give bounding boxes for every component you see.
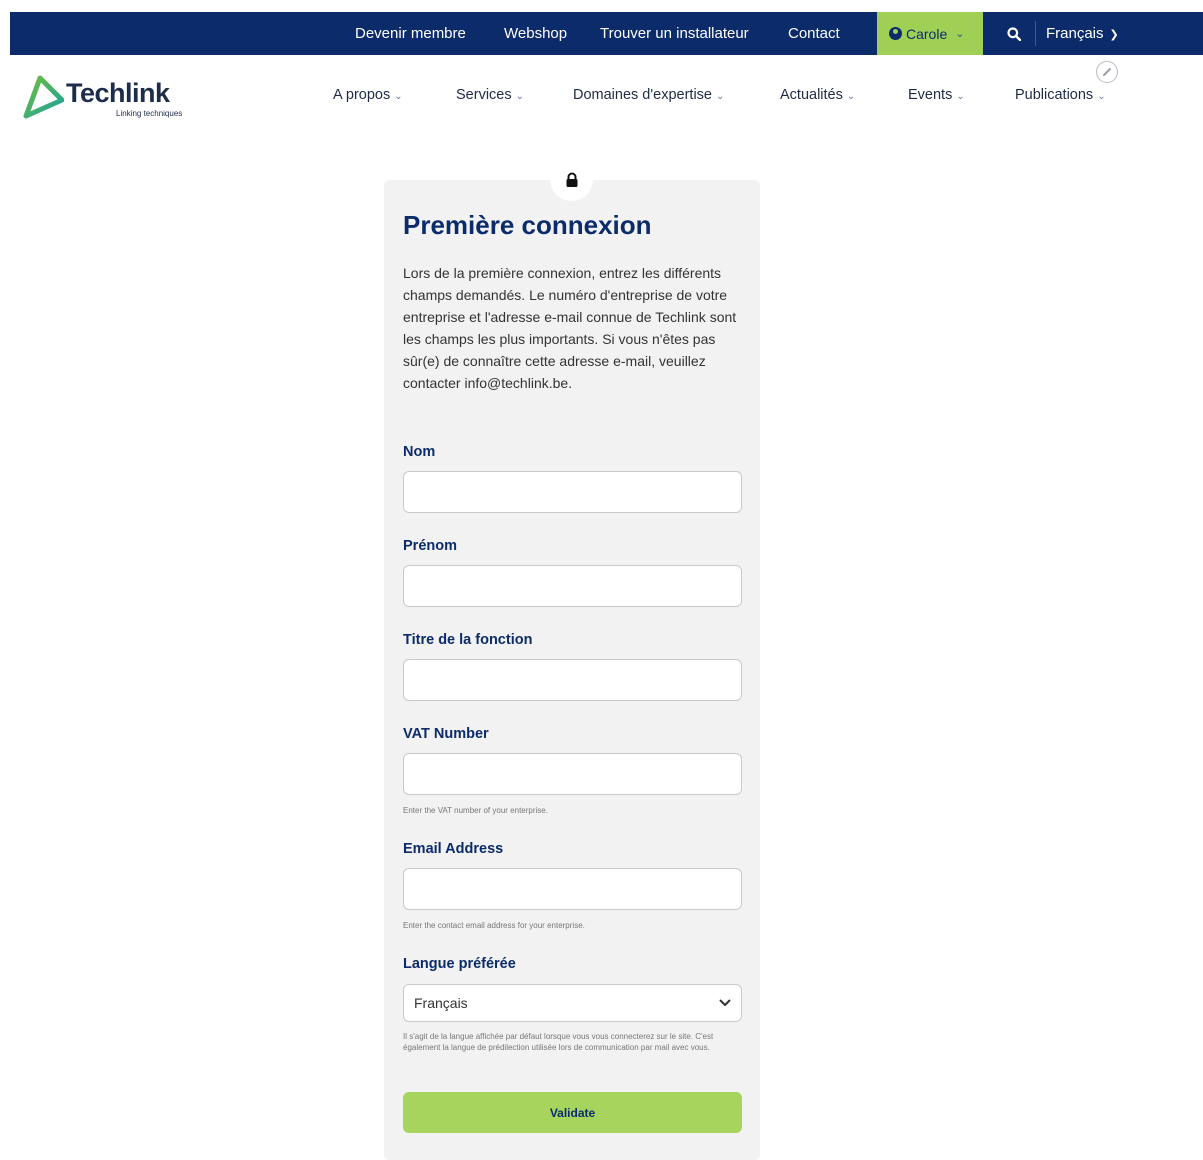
chevron-down-icon: ⌄ xyxy=(1097,91,1106,102)
logo-tagline: Linking techniques xyxy=(116,109,183,118)
language-selector[interactable]: Français ❯ xyxy=(1046,12,1119,55)
email-address-help: Enter the contact email address for your… xyxy=(403,921,585,930)
nom-input[interactable] xyxy=(403,471,742,513)
langue-preferee-select[interactable]: Français xyxy=(403,984,742,1022)
chevron-down-icon: ⌄ xyxy=(955,28,965,40)
nav-item-actualites[interactable]: Actualités ⌄ xyxy=(780,87,855,103)
user-icon xyxy=(889,27,902,40)
lock-badge xyxy=(550,158,593,201)
top-bar: Devenir membre Webshop Trouver un instal… xyxy=(10,12,1203,55)
langue-preferee-help: Il s'agit de la langue affichée par défa… xyxy=(403,1032,714,1052)
user-name: Carole xyxy=(906,25,948,42)
nav-item-label: A propos xyxy=(333,87,391,103)
lock-icon xyxy=(566,172,577,187)
vat-number-label: VAT Number xyxy=(403,726,489,742)
pencil-icon xyxy=(1103,68,1111,76)
email-address-label: Email Address xyxy=(403,841,504,857)
titre-fonction-input[interactable] xyxy=(403,659,742,701)
email-address-input[interactable] xyxy=(403,868,742,910)
nav-item-label: Publications xyxy=(1015,87,1094,103)
edit-button[interactable] xyxy=(1096,61,1118,83)
nav-item-publications[interactable]: Publications ⌄ xyxy=(1015,87,1106,103)
top-link-trouver-installateur[interactable]: Trouver un installateur xyxy=(600,12,749,55)
vat-number-help: Enter the VAT number of your enterprise. xyxy=(403,806,548,815)
nom-label: Nom xyxy=(403,444,436,460)
site-logo[interactable]: Techlink Linking techniques xyxy=(18,72,198,122)
nav-item-services[interactable]: Services ⌄ xyxy=(456,87,524,103)
nav-item-domaines[interactable]: Domaines d'expertise ⌄ xyxy=(573,87,724,103)
top-link-contact[interactable]: Contact xyxy=(788,12,840,55)
language-label: Français xyxy=(1046,25,1104,42)
top-link-devenir-membre[interactable]: Devenir membre xyxy=(355,12,466,55)
page-title: Première connexion xyxy=(403,210,652,240)
search-icon xyxy=(1007,26,1021,41)
prenom-input[interactable] xyxy=(403,565,742,607)
top-link-webshop[interactable]: Webshop xyxy=(504,12,567,55)
nav-item-events[interactable]: Events ⌄ xyxy=(908,87,965,103)
chevron-down-icon: ⌄ xyxy=(715,91,725,102)
langue-preferee-label: Langue préférée xyxy=(403,956,516,972)
chevron-down-icon: ⌄ xyxy=(394,91,403,102)
nav-item-label: Events xyxy=(908,87,953,103)
prenom-label: Prénom xyxy=(403,538,457,554)
topbar-divider xyxy=(1035,21,1036,46)
chevron-down-icon: ❯ xyxy=(1109,29,1119,41)
logo-triangle-icon xyxy=(23,75,64,119)
chevron-down-icon: ⌄ xyxy=(846,91,856,102)
chevron-down-icon: ⌄ xyxy=(956,91,965,102)
search-button[interactable] xyxy=(1000,12,1028,55)
nav-item-label: Actualités xyxy=(780,87,843,103)
logo-brand: Techlink xyxy=(66,78,170,108)
user-menu[interactable]: Carole ⌄ xyxy=(877,12,983,55)
titre-fonction-label: Titre de la fonction xyxy=(403,632,533,648)
validate-button[interactable]: Validate xyxy=(403,1092,742,1133)
intro-text: Lors de la première connexion, entrez le… xyxy=(403,265,737,391)
nav-item-label: Domaines d'expertise xyxy=(573,87,712,103)
nav-item-label: Services xyxy=(456,87,512,103)
nav-item-a-propos[interactable]: A propos ⌄ xyxy=(333,87,403,103)
chevron-down-icon xyxy=(719,999,731,1006)
vat-number-input[interactable] xyxy=(403,753,742,795)
chevron-down-icon: ⌄ xyxy=(515,91,524,102)
langue-selected-value: Français xyxy=(414,995,468,1011)
first-login-card: Première connexion Lors de la première c… xyxy=(384,180,760,1160)
